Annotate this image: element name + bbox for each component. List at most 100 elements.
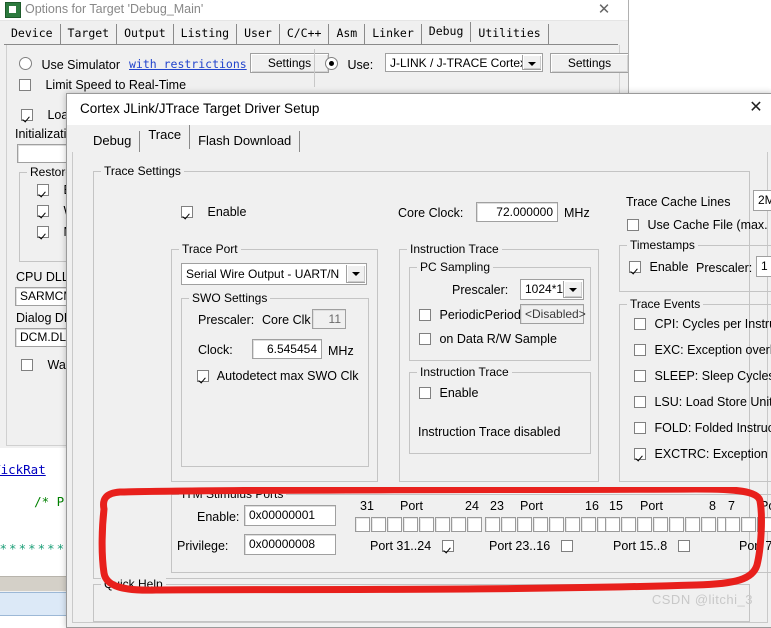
keil-tab-asm[interactable]: Asm <box>329 24 366 44</box>
timestamps-prescaler-select[interactable]: 1 <box>756 256 771 277</box>
restore-watch-checkbox[interactable] <box>37 205 49 217</box>
autodetect-swo-row[interactable]: Autodetect max SWO Clk <box>197 369 359 383</box>
periodic-period-row[interactable]: PeriodicPeriod: <box>419 308 524 322</box>
use-cache-file-checkbox[interactable] <box>627 219 639 231</box>
use-cache-file-row[interactable]: Use Cache File (max. 1GB) <box>627 218 771 232</box>
keil-tab-target[interactable]: Target <box>61 24 118 44</box>
port-group-toggle-15-8[interactable]: Port 15..8 <box>613 539 690 553</box>
periodic-period-checkbox[interactable] <box>419 309 431 321</box>
port-checkbox-group-7-0[interactable] <box>725 517 771 532</box>
debugger-select[interactable]: J-LINK / J-TRACE Cortex <box>385 53 543 72</box>
port-checkbox-31[interactable] <box>355 517 370 532</box>
port-checkbox-21[interactable] <box>517 517 532 532</box>
itm-privilege-input[interactable]: 0x00000008 <box>244 534 336 555</box>
port-group-toggle-23-16[interactable]: Port 23..16 <box>489 539 573 553</box>
warn-checkbox[interactable] <box>21 359 33 371</box>
chevron-down-icon[interactable] <box>563 281 582 298</box>
port-checkbox-28[interactable] <box>403 517 418 532</box>
debugger-settings-button[interactable]: Settings <box>550 53 628 73</box>
trace-event-exctrc-row[interactable]: EXCTRC: Exception Tracing <box>634 447 771 461</box>
trace-event-exc-row[interactable]: EXC: Exception overhead <box>634 343 771 357</box>
port-checkbox-27[interactable] <box>419 517 434 532</box>
use-debugger-radio[interactable] <box>325 57 338 70</box>
timestamps-enable-row[interactable]: Enable <box>629 260 688 274</box>
itm-enable-input[interactable]: 0x00000001 <box>244 505 336 526</box>
dialog-tab-strip[interactable]: Debug Trace Flash Download <box>85 125 301 152</box>
port-checkbox-6[interactable] <box>741 517 756 532</box>
keil-tab-linker[interactable]: Linker <box>365 24 422 44</box>
port-group-toggle-23-16-checkbox[interactable] <box>560 540 573 552</box>
port-checkbox-15[interactable] <box>605 517 620 532</box>
port-checkbox-20[interactable] <box>533 517 548 532</box>
port-checkbox-17[interactable] <box>581 517 596 532</box>
use-debugger-row[interactable]: Use: <box>325 57 373 72</box>
restore-breakpoints-checkbox[interactable] <box>37 184 49 196</box>
trace-event-cpi-row[interactable]: CPI: Cycles per Instruction <box>634 317 771 331</box>
chevron-down-icon[interactable] <box>346 265 365 283</box>
port-checkbox-30[interactable] <box>371 517 386 532</box>
swo-clock-input[interactable]: 6.545454 <box>252 339 322 359</box>
port-checkbox-24[interactable] <box>467 517 482 532</box>
tab-debug[interactable]: Debug <box>85 131 141 152</box>
port-checkbox-group-15-8[interactable] <box>605 517 733 532</box>
port-checkbox-5[interactable] <box>757 517 771 532</box>
with-restrictions-link[interactable]: with restrictions <box>129 57 247 71</box>
port-group-toggle-31-24-checkbox[interactable] <box>441 540 454 552</box>
tab-trace[interactable]: Trace <box>140 125 191 149</box>
port-checkbox-14[interactable] <box>621 517 636 532</box>
keil-tab-listing[interactable]: Listing <box>174 24 238 44</box>
trace-event-exctrc-checkbox[interactable] <box>634 448 646 460</box>
data-rw-sample-checkbox[interactable] <box>419 333 431 345</box>
use-simulator-row[interactable]: Use Simulator <box>19 57 120 72</box>
port-checkbox-25[interactable] <box>451 517 466 532</box>
port-checkbox-18[interactable] <box>565 517 580 532</box>
simulator-settings-button[interactable]: Settings <box>250 53 329 73</box>
keil-tab-user[interactable]: User <box>237 24 280 44</box>
load-application-checkbox[interactable] <box>21 109 33 121</box>
trace-enable-row[interactable]: Enable <box>181 205 246 219</box>
limit-speed-row[interactable]: Limit Speed to Real-Time <box>19 78 186 92</box>
limit-speed-checkbox[interactable] <box>19 79 31 91</box>
trace-event-fold-checkbox[interactable] <box>634 422 646 434</box>
timestamps-enable-checkbox[interactable] <box>629 261 641 273</box>
port-checkbox-29[interactable] <box>387 517 402 532</box>
trace-event-sleep-row[interactable]: SLEEP: Sleep Cycles <box>634 369 771 383</box>
keil-close-button[interactable]: ✕ <box>592 0 616 20</box>
autodetect-swo-checkbox[interactable] <box>197 370 209 382</box>
core-clock-input[interactable]: 72.000000 <box>476 202 558 222</box>
chevron-down-icon[interactable] <box>522 55 541 70</box>
port-checkbox-group-23-16[interactable] <box>485 517 613 532</box>
instruction-trace-enable-checkbox[interactable] <box>419 387 431 399</box>
port-checkbox-9[interactable] <box>701 517 716 532</box>
trace-event-sleep-checkbox[interactable] <box>634 370 646 382</box>
keil-tab-utilities[interactable]: Utilities <box>471 24 549 44</box>
pc-prescaler-select[interactable]: 1024*16 <box>520 279 584 300</box>
instruction-trace-enable-row[interactable]: Enable <box>419 386 478 400</box>
port-checkbox-22[interactable] <box>501 517 516 532</box>
keil-tab-cpp[interactable]: C/C++ <box>280 24 330 44</box>
keil-tab-output[interactable]: Output <box>117 24 174 44</box>
trace-event-lsu-row[interactable]: LSU: Load Store Unit Cycles <box>634 395 771 409</box>
trace-enable-checkbox[interactable] <box>181 206 193 218</box>
port-group-toggle-15-8-checkbox[interactable] <box>677 540 690 552</box>
port-checkbox-19[interactable] <box>549 517 564 532</box>
port-checkbox-12[interactable] <box>653 517 668 532</box>
port-checkbox-7[interactable] <box>725 517 740 532</box>
port-checkbox-13[interactable] <box>637 517 652 532</box>
port-checkbox-10[interactable] <box>685 517 700 532</box>
tab-flash-download[interactable]: Flash Download <box>190 131 301 152</box>
restore-memory-checkbox[interactable] <box>37 226 49 238</box>
port-checkbox-26[interactable] <box>435 517 450 532</box>
trace-event-fold-row[interactable]: FOLD: Folded Instructions <box>634 421 771 435</box>
data-rw-sample-row[interactable]: on Data R/W Sample <box>419 332 557 346</box>
use-simulator-radio[interactable] <box>19 57 32 70</box>
keil-tab-device[interactable]: Device <box>4 24 61 44</box>
trace-port-select[interactable]: Serial Wire Output - UART/N <box>181 263 367 285</box>
port-checkbox-11[interactable] <box>669 517 684 532</box>
port-checkbox-23[interactable] <box>485 517 500 532</box>
trace-event-cpi-checkbox[interactable] <box>634 318 646 330</box>
keil-tab-debug[interactable]: Debug <box>422 22 472 42</box>
keil-tab-strip[interactable]: Device Target Output Listing User C/C++ … <box>4 22 549 44</box>
port-group-toggle-7-0[interactable]: Port 7..0 <box>739 539 771 553</box>
trace-event-lsu-checkbox[interactable] <box>634 396 646 408</box>
